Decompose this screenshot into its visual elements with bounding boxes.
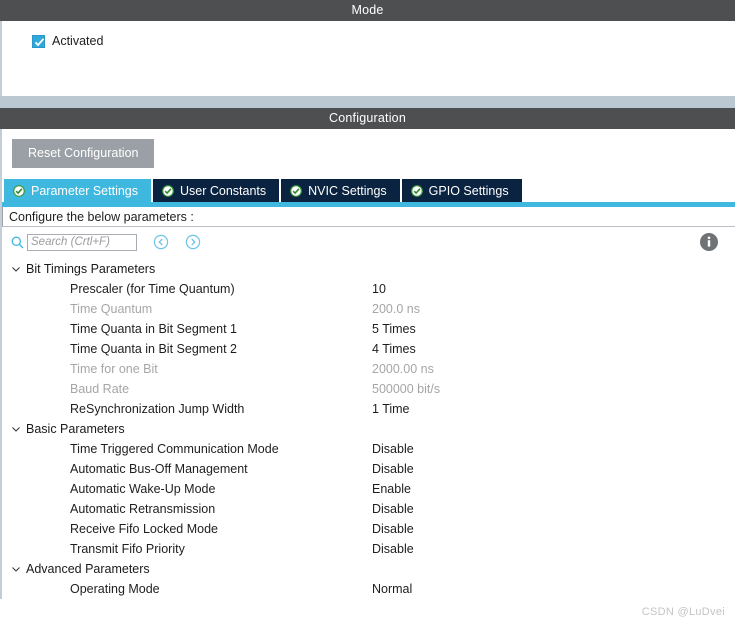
param-name: ReSynchronization Jump Width [70,402,245,416]
search-input[interactable] [27,233,137,251]
param-row-time-quantum: Time Quantum 200.0 ns [2,299,735,319]
group-advanced-parameters[interactable]: Advanced Parameters [2,559,735,579]
param-row-baud-rate: Baud Rate 500000 bit/s [2,379,735,399]
configuration-panel-header: Configuration [0,108,735,129]
param-row-automatic-wake-up-mode[interactable]: Automatic Wake-Up Mode Enable [2,479,735,499]
check-circle-icon [13,184,25,197]
reset-configuration-button[interactable]: Reset Configuration [12,139,155,168]
param-name: Automatic Bus-Off Management [70,462,248,476]
param-name: Baud Rate [70,382,130,396]
param-value[interactable]: 1 Time [372,402,410,416]
param-row-operating-mode[interactable]: Operating Mode Normal [2,579,735,599]
param-value[interactable]: Enable [372,482,411,496]
check-circle-icon [290,184,303,197]
param-value: 2000.00 ns [372,362,434,376]
group-label: Advanced Parameters [26,562,150,576]
param-value: 200.0 ns [372,302,420,316]
param-value[interactable]: Disable [372,462,414,476]
configuration-panel-title: Configuration [329,111,406,125]
param-name: Time for one Bit [70,362,158,376]
param-row-prescaler[interactable]: Prescaler (for Time Quantum) 10 [2,279,735,299]
param-row-time-for-one-bit: Time for one Bit 2000.00 ns [2,359,735,379]
group-bit-timings-parameters[interactable]: Bit Timings Parameters [2,259,735,279]
configuration-panel-body: Reset Configuration Parameter Settings U… [0,129,735,599]
tab-label: Parameter Settings [31,183,138,198]
param-name: Prescaler (for Time Quantum) [70,282,235,296]
param-name: Time Quanta in Bit Segment 2 [70,342,237,356]
param-row-receive-fifo-locked-mode[interactable]: Receive Fifo Locked Mode Disable [2,519,735,539]
search-icon [11,236,24,248]
param-value[interactable]: 10 [372,282,386,296]
param-value: 500000 bit/s [372,382,441,396]
param-name: Time Triggered Communication Mode [70,442,279,456]
param-name: Automatic Wake-Up Mode [70,482,216,496]
chevron-down-icon[interactable] [10,423,22,435]
info-icon[interactable] [699,232,719,252]
tab-parameter-settings[interactable]: Parameter Settings [4,179,151,202]
param-row-time-quanta-seg2[interactable]: Time Quanta in Bit Segment 2 4 Times [2,339,735,359]
tab-label: User Constants [180,183,267,198]
param-value[interactable]: Disable [372,502,414,516]
chevron-left-circle-icon[interactable] [153,234,169,250]
tab-user-constants[interactable]: User Constants [153,179,280,202]
configuration-toolbar: Reset Configuration [2,129,735,179]
mode-panel-title: Mode [351,3,384,17]
param-value[interactable]: 4 Times [372,342,416,356]
tab-gpio-settings[interactable]: GPIO Settings [401,179,522,202]
parameter-tree: Bit Timings Parameters Prescaler (for Ti… [2,257,735,599]
group-label: Basic Parameters [26,422,125,436]
chevron-down-icon[interactable] [10,563,22,575]
param-row-transmit-fifo-priority[interactable]: Transmit Fifo Priority Disable [2,539,735,559]
panel-divider-strip [0,96,735,108]
param-name: Operating Mode [70,582,160,596]
param-value[interactable]: Disable [372,522,414,536]
param-name: Time Quanta in Bit Segment 1 [70,322,237,336]
activated-label: Activated [52,34,104,48]
tab-label: NVIC Settings [308,183,387,198]
group-basic-parameters[interactable]: Basic Parameters [2,419,735,439]
mode-panel-body: Activated [0,21,735,96]
mode-panel-header: Mode [0,0,735,21]
param-value[interactable]: Normal [372,582,412,596]
settings-tab-bar: Parameter Settings User Constants NVIC S… [2,179,735,202]
param-row-automatic-bus-off-management[interactable]: Automatic Bus-Off Management Disable [2,459,735,479]
param-row-resync-jump-width[interactable]: ReSynchronization Jump Width 1 Time [2,399,735,419]
param-row-time-triggered-communication-mode[interactable]: Time Triggered Communication Mode Disabl… [2,439,735,459]
activated-checkbox-row[interactable]: Activated [32,34,735,48]
param-name: Time Quantum [70,302,153,316]
check-circle-icon [410,184,423,197]
param-row-time-quanta-seg1[interactable]: Time Quanta in Bit Segment 1 5 Times [2,319,735,339]
param-value[interactable]: Disable [372,442,414,456]
search-toolbar [2,227,735,257]
param-name: Receive Fifo Locked Mode [70,522,218,536]
activated-checkbox[interactable] [32,34,45,48]
checkmark-icon [34,37,45,46]
param-value[interactable]: Disable [372,542,414,556]
param-row-automatic-retransmission[interactable]: Automatic Retransmission Disable [2,499,735,519]
configure-parameters-label: Configure the below parameters : [2,207,735,227]
tab-nvic-settings[interactable]: NVIC Settings [281,179,400,202]
check-circle-icon [162,184,174,197]
chevron-right-circle-icon[interactable] [185,234,201,250]
chevron-down-icon[interactable] [10,263,22,275]
param-name: Automatic Retransmission [70,502,216,516]
tab-label: GPIO Settings [428,183,509,198]
param-name: Transmit Fifo Priority [70,542,185,556]
group-label: Bit Timings Parameters [26,262,156,276]
watermark-text: CSDN @LuDvei [641,606,725,618]
param-value[interactable]: 5 Times [372,322,416,336]
